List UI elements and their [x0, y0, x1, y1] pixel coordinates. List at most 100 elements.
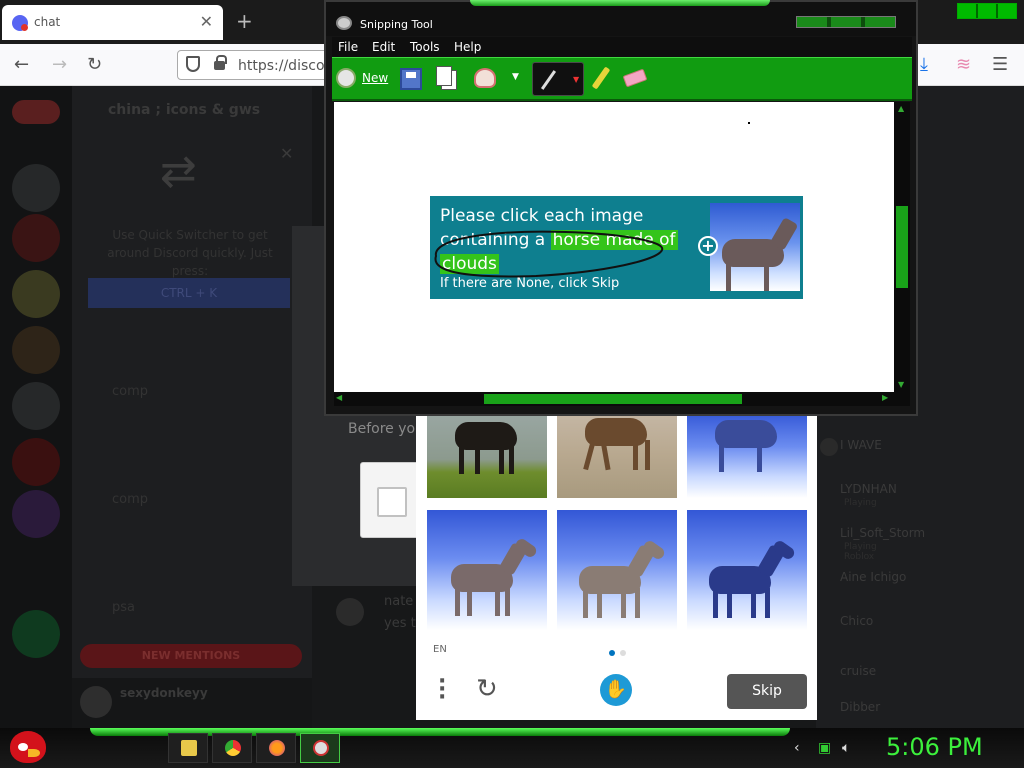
taskbar-snipping-tool[interactable]	[300, 733, 340, 763]
user-panel: sexydonkeyy	[72, 678, 312, 731]
channel-item[interactable]: comp	[112, 492, 148, 507]
more-options-icon[interactable]: · · ·	[438, 671, 446, 709]
captcha-image-tile[interactable]	[687, 510, 807, 630]
shield-icon[interactable]	[186, 56, 200, 72]
browser-tab-chat[interactable]: chat ✕	[2, 5, 223, 40]
captcha-image-tile[interactable]	[557, 510, 677, 630]
captcha-prompt-snip: Please click each image containing a hor…	[430, 196, 803, 299]
window-controls-deco[interactable]	[957, 3, 1017, 19]
member-status: Playing	[844, 498, 877, 508]
pen-icon	[540, 70, 557, 90]
new-snip-button[interactable]: New	[362, 71, 388, 85]
taskbar-chrome[interactable]	[212, 733, 252, 763]
hcaptcha-challenge: EN · · · ↻ ✋ Skip	[416, 412, 817, 720]
send-snip-icon[interactable]	[474, 68, 496, 88]
chrome-icon	[225, 740, 241, 756]
scroll-thumb[interactable]	[484, 394, 742, 404]
avatar[interactable]	[336, 598, 364, 626]
server-icon[interactable]	[12, 326, 60, 374]
member-name: Dibber	[840, 700, 881, 714]
pen-tool-button[interactable]: ▼	[532, 62, 584, 96]
pen-annotation-ellipse	[434, 230, 664, 278]
horizontal-scrollbar[interactable]: ◀ ▶	[334, 392, 894, 406]
lock-icon[interactable]	[214, 55, 227, 70]
menu-icon[interactable]: ☰	[992, 54, 1008, 75]
captcha-image-tile[interactable]	[427, 510, 547, 630]
menu-help[interactable]: Help	[454, 40, 481, 54]
server-icon[interactable]	[12, 490, 60, 538]
page-indicator-dot	[609, 650, 615, 656]
copy-icon[interactable]	[436, 66, 452, 86]
new-tab-icon[interactable]: +	[236, 9, 253, 33]
save-icon[interactable]	[400, 68, 422, 90]
scroll-left-icon[interactable]: ◀	[336, 393, 342, 402]
hcaptcha-checkbox[interactable]	[377, 487, 407, 517]
url-bar[interactable]: https://discord	[177, 50, 339, 80]
member-name: cruise	[840, 664, 877, 678]
server-icon[interactable]	[12, 438, 60, 486]
snipping-tool-icon	[336, 16, 352, 30]
back-icon[interactable]: ←	[14, 54, 29, 75]
toolbar: New ▼ ▼	[332, 57, 912, 101]
server-icon[interactable]	[12, 214, 60, 262]
new-snip-icon[interactable]	[336, 68, 356, 88]
menu-edit[interactable]: Edit	[372, 40, 395, 54]
dropdown-arrow-icon[interactable]: ▼	[512, 72, 519, 82]
captcha-image-tile[interactable]	[427, 412, 547, 498]
captcha-image-tile[interactable]	[557, 412, 677, 498]
server-name[interactable]: china ; icons & gws	[108, 102, 260, 118]
reload-icon[interactable]: ↻	[87, 54, 102, 75]
captcha-image-tile[interactable]	[687, 412, 807, 498]
server-icon[interactable]	[12, 164, 60, 212]
network-icon[interactable]: ▣	[818, 740, 831, 756]
menu-tools[interactable]: Tools	[410, 40, 440, 54]
taskbar-clock[interactable]: 5:06 PM	[886, 733, 983, 761]
skip-button[interactable]: Skip	[727, 674, 807, 709]
quick-switcher-button[interactable]: CTRL + K	[88, 278, 290, 308]
member-name: I WAVE	[840, 438, 882, 452]
eraser-icon[interactable]	[622, 68, 648, 88]
snip-canvas[interactable]: Please click each image containing a hor…	[334, 102, 894, 392]
downloads-icon[interactable]: ⤓	[920, 54, 928, 75]
extension-icon[interactable]: ≋	[956, 54, 971, 75]
vertical-scrollbar[interactable]: ▲ ▼	[894, 102, 910, 392]
server-icon[interactable]	[12, 270, 60, 318]
window-glow-deco	[470, 0, 770, 6]
taskbar-file-explorer[interactable]	[168, 733, 208, 763]
language-selector[interactable]: EN	[433, 644, 447, 655]
forward-icon[interactable]: →	[52, 54, 67, 75]
close-tab-icon[interactable]: ✕	[200, 12, 213, 31]
tab-title: chat	[34, 15, 61, 29]
channel-item[interactable]: psa	[112, 600, 135, 615]
show-hidden-icons-icon[interactable]: ‹	[794, 740, 800, 756]
server-icon[interactable]	[12, 100, 60, 124]
server-icon[interactable]	[12, 610, 60, 658]
close-icon[interactable]: ✕	[280, 144, 293, 163]
avatar[interactable]	[80, 686, 112, 718]
dropdown-arrow-icon[interactable]: ▼	[573, 75, 579, 84]
resize-grip[interactable]	[894, 392, 910, 406]
highlighter-icon[interactable]	[591, 66, 611, 90]
start-button-angry-bird-icon[interactable]	[10, 731, 46, 763]
window-controls[interactable]	[796, 16, 896, 28]
message-text: yes t	[384, 616, 416, 631]
snipping-tool-icon	[313, 740, 329, 756]
channel-item[interactable]: comp	[112, 384, 148, 399]
scroll-up-icon[interactable]: ▲	[898, 104, 904, 113]
scroll-right-icon[interactable]: ▶	[882, 393, 888, 402]
refresh-icon[interactable]: ↻	[476, 674, 498, 704]
volume-icon[interactable]: 🔈︎	[842, 740, 850, 756]
title-bar[interactable]: Snipping Tool	[326, 2, 916, 36]
canvas-speck	[748, 122, 750, 124]
menu-file[interactable]: File	[338, 40, 358, 54]
hcaptcha-logo-icon: ✋	[600, 674, 632, 706]
message-author[interactable]: nate	[384, 594, 413, 609]
scroll-down-icon[interactable]: ▼	[898, 380, 904, 389]
new-mentions-button[interactable]: NEW MENTIONS	[80, 644, 302, 668]
scroll-thumb[interactable]	[896, 206, 908, 288]
server-list	[0, 86, 72, 731]
window-title: Snipping Tool	[360, 18, 433, 31]
taskbar-firefox[interactable]	[256, 733, 296, 763]
server-icon[interactable]	[12, 382, 60, 430]
member-name: Lil_Soft_Storm	[840, 526, 926, 540]
